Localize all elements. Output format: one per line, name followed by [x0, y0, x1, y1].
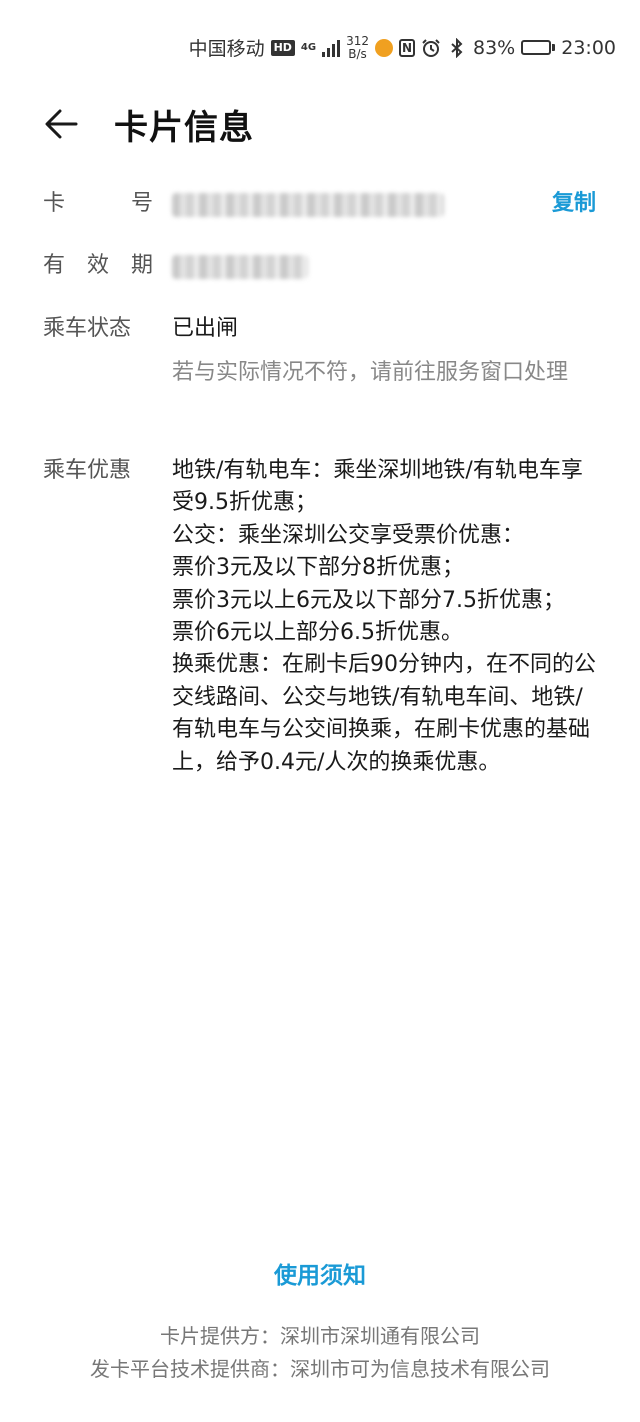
validity-label-char: 效 — [86, 253, 109, 278]
card-number-label-char: 号 — [130, 191, 153, 216]
card-provider-text: 卡片提供方：深圳市深圳通有限公司 — [160, 1324, 480, 1348]
ride-status-block: 已出闸 若与实际情况不符，请前往服务窗口处理 — [172, 313, 600, 388]
alarm-icon — [422, 38, 440, 57]
network-type: 4G — [300, 41, 317, 53]
page-title: 卡片信息 — [114, 108, 254, 148]
bluetooth-icon — [451, 37, 463, 58]
network-speed: 312 B/s — [346, 33, 369, 61]
status-indicators: 中国移动 HD 4G 312 B/s N 83% 23:00 — [189, 34, 616, 61]
card-number-row: 卡 号 复制 — [43, 188, 600, 222]
usage-notice-link[interactable]: 使用须知 — [0, 1256, 640, 1290]
speed-value: 312 — [346, 33, 369, 48]
carrier-name: 中国移动 — [188, 38, 265, 60]
masked-card-number — [172, 193, 444, 217]
speed-unit: B/s — [348, 46, 367, 61]
back-button[interactable] — [40, 102, 84, 146]
card-number-label: 卡 号 — [43, 188, 153, 220]
card-number-label-char: 卡 — [43, 191, 66, 216]
ride-discount-row: 乘车优惠 地铁/有轨电车：乘坐深圳地铁/有轨电车享受9.5折优惠； 公交：乘坐深… — [43, 455, 600, 855]
copy-button[interactable]: 复制 — [552, 188, 596, 220]
ride-discount-label: 乘车优惠 — [43, 458, 132, 483]
ride-status-note: 若与实际情况不符，请前往服务窗口处理 — [172, 360, 569, 385]
masked-validity-date — [172, 255, 308, 279]
app-header: 卡片信息 — [0, 96, 640, 156]
back-arrow-icon — [45, 109, 78, 139]
validity-label-char: 有 — [43, 253, 66, 278]
platform-provider-text: 发卡平台技术提供商：深圳市可为信息技术有限公司 — [90, 1357, 550, 1381]
battery-icon — [521, 40, 556, 55]
status-bar: 中国移动 HD 4G 312 B/s N 83% 23:00 — [0, 0, 640, 96]
validity-row: 有 效 期 — [43, 250, 600, 284]
ride-status-label: 乘车状态 — [43, 316, 132, 341]
ride-status-row: 乘车状态 已出闸 若与实际情况不符，请前往服务窗口处理 — [43, 313, 600, 433]
hd-icon: HD — [270, 39, 295, 56]
ride-discount-text: 地铁/有轨电车：乘坐深圳地铁/有轨电车享受9.5折优惠； 公交：乘坐深圳公交享受… — [172, 458, 596, 775]
nfc-icon: N — [399, 38, 415, 57]
validity-label: 有 效 期 — [43, 250, 153, 282]
clock: 23:00 — [561, 36, 616, 59]
ride-status-value: 已出闸 — [172, 316, 239, 341]
card-number-value — [172, 188, 600, 227]
validity-value — [172, 250, 600, 289]
validity-label-char: 期 — [130, 253, 153, 278]
battery-percent: 83% — [473, 36, 516, 59]
app-notification-icon — [375, 38, 393, 57]
signal-icon — [322, 39, 341, 57]
